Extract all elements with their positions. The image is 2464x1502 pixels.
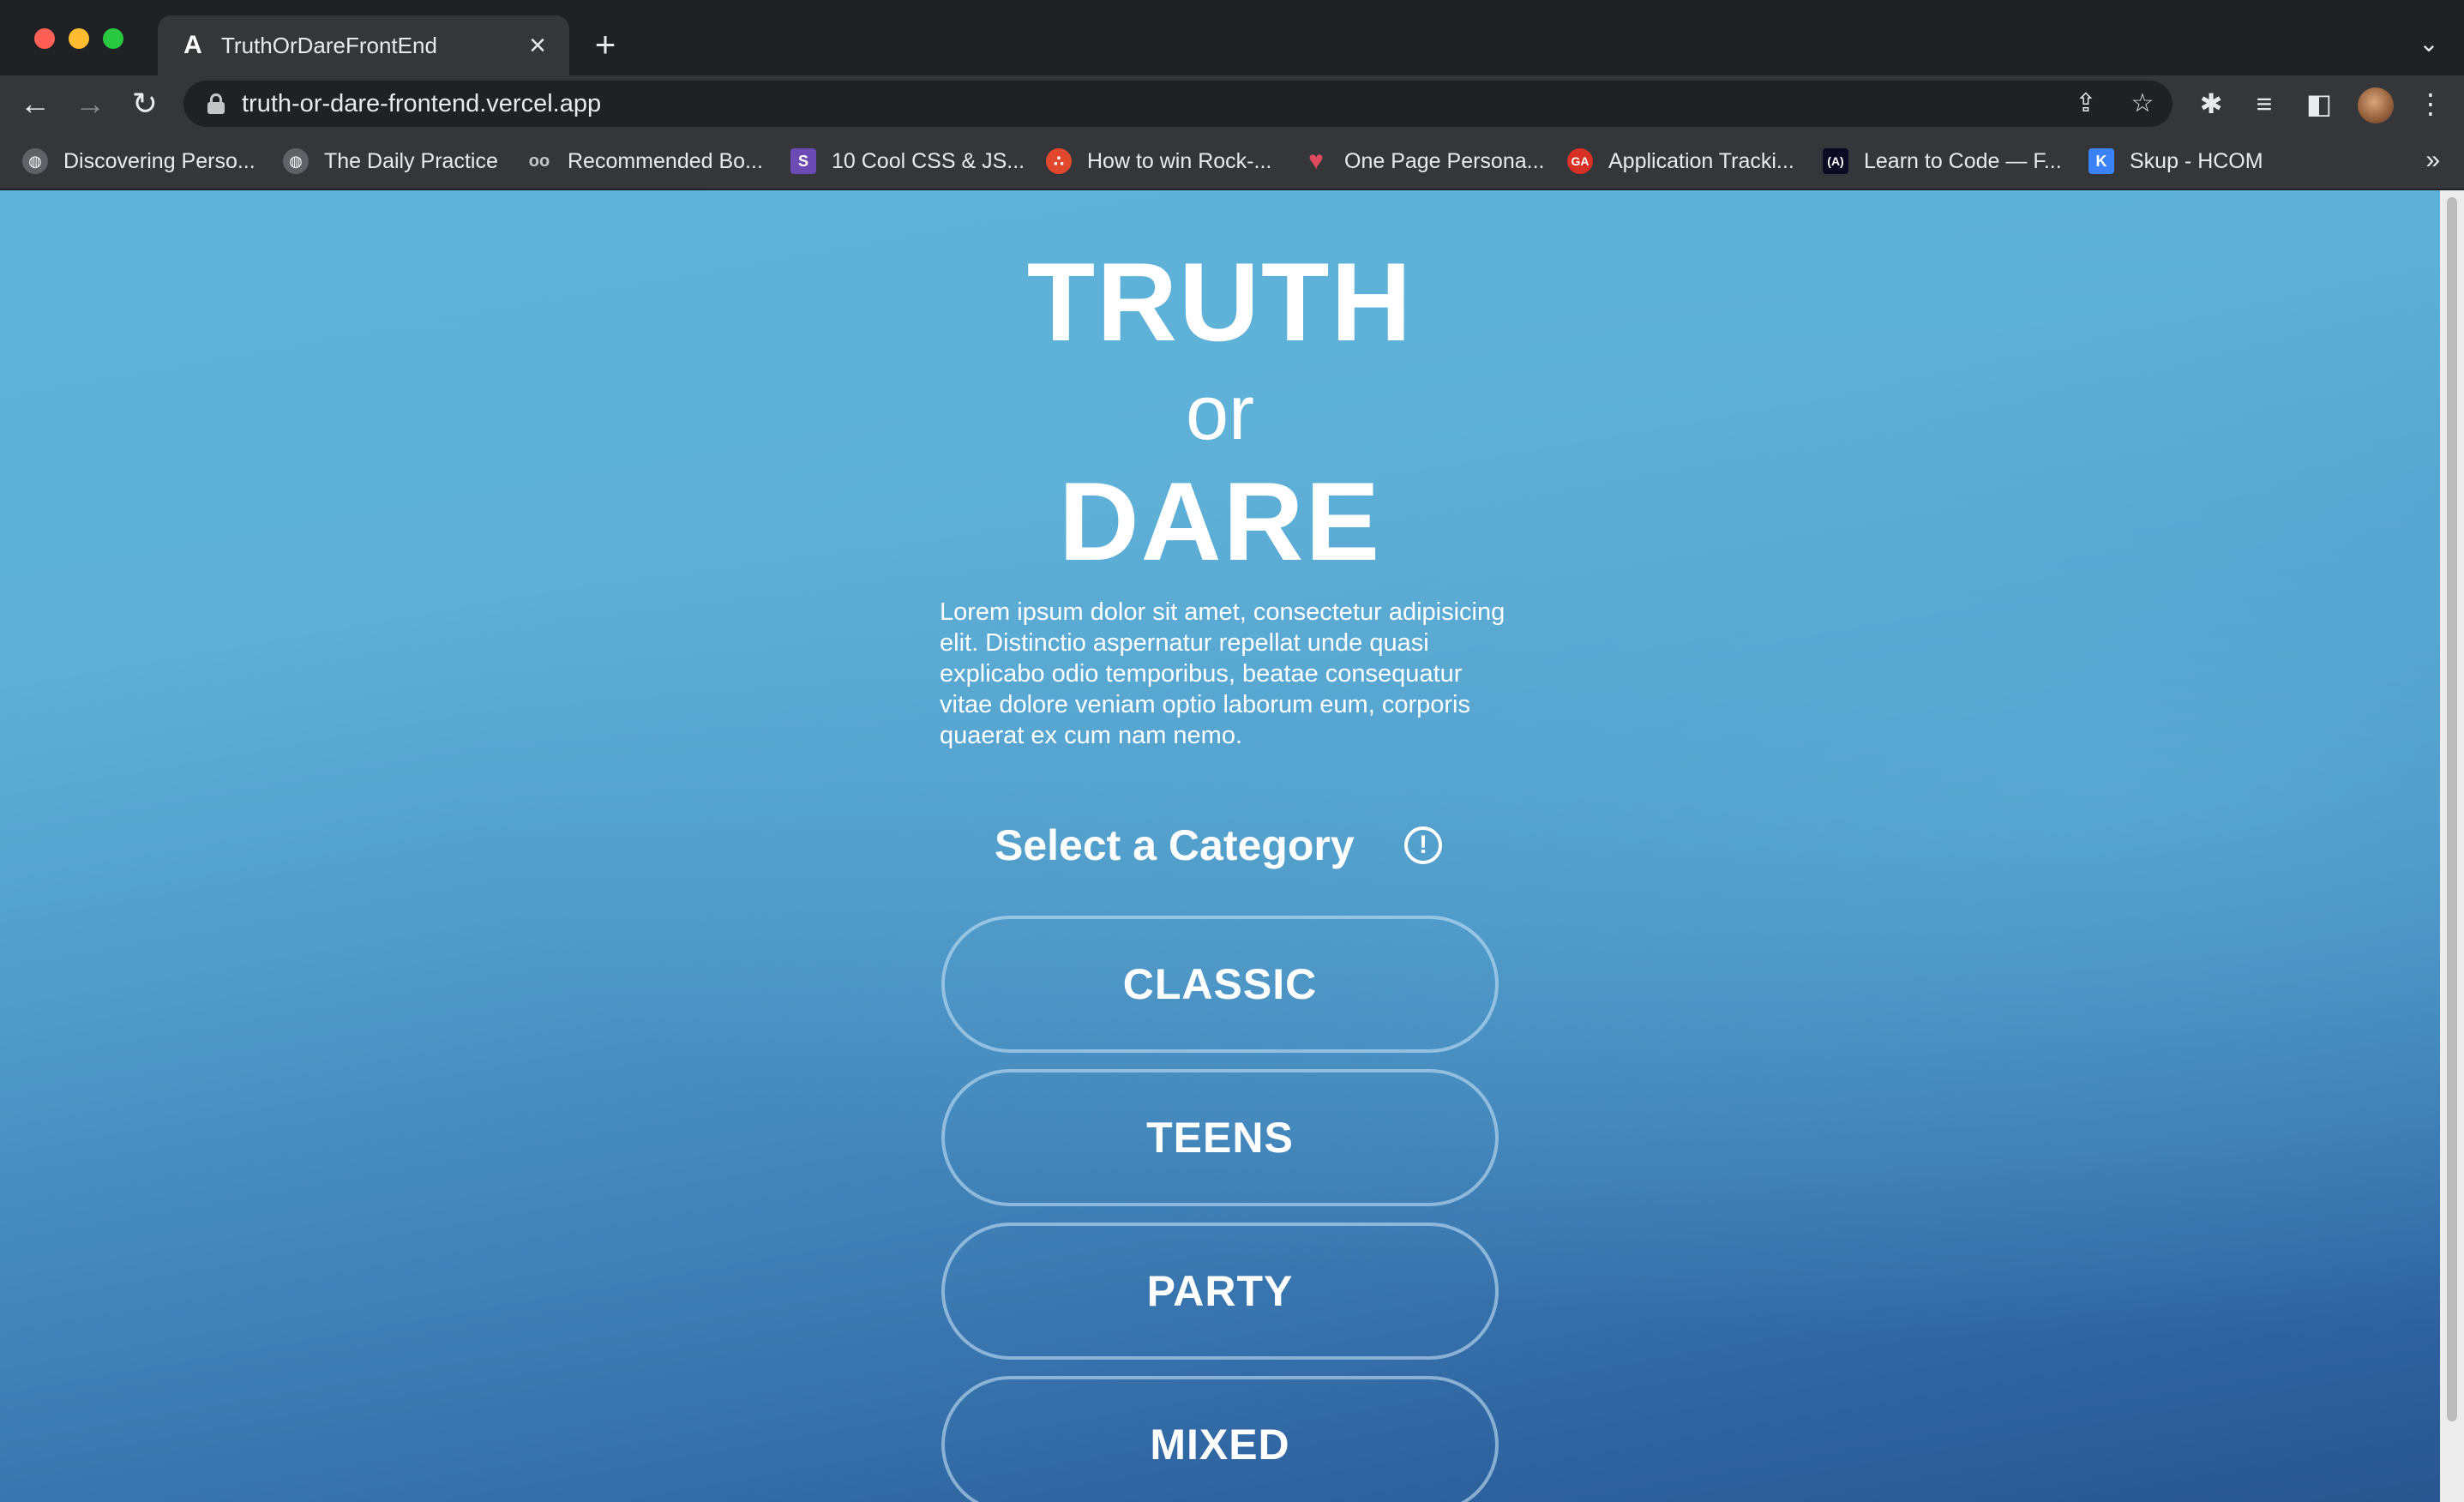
category-button-mixed[interactable]: MIXED <box>941 1376 1499 1502</box>
bookmark-item[interactable]: K Skup - HCOM <box>2088 146 2263 177</box>
vertical-scrollbar[interactable] <box>2440 190 2464 1502</box>
side-panel-icon[interactable]: ◧ <box>2303 87 2335 120</box>
k-icon: K <box>2088 148 2114 174</box>
kebab-menu-icon[interactable]: ⋮ <box>2414 87 2447 120</box>
media-queue-icon[interactable]: ≡ <box>2248 87 2281 120</box>
share-icon[interactable]: ⇪ <box>2071 89 2100 118</box>
category-button-classic[interactable]: CLASSIC <box>941 916 1499 1053</box>
reload-icon[interactable]: ↻ <box>125 84 165 123</box>
dots-icon: ∴ <box>1046 148 1072 174</box>
bookmark-item[interactable]: ◍ Discovering Perso... <box>22 146 255 177</box>
title-dare: DARE <box>1058 459 1382 584</box>
tab-strip: A TruthOrDareFrontEnd × + ⌄ <box>0 0 2464 75</box>
close-window-button[interactable] <box>34 28 55 49</box>
bookmark-item[interactable]: S 10 Cool CSS & JS... <box>790 146 1025 177</box>
globe-icon: ◍ <box>283 148 309 174</box>
tab-title: TruthOrDareFrontEnd <box>221 33 437 58</box>
bookmark-item[interactable]: GA Application Tracki... <box>1567 146 1794 177</box>
title-or: or <box>1185 370 1255 456</box>
bookmarks-overflow-icon[interactable]: » <box>2425 146 2440 175</box>
bookmark-item[interactable]: ♥ One Page Persona... <box>1303 146 1544 177</box>
forward-arrow-icon[interactable]: → <box>70 84 110 123</box>
code-icon: S <box>790 148 816 174</box>
glasses-icon: oo <box>528 151 550 171</box>
browser-toolbar: ← → ↻ truth-or-dare-frontend.vercel.app … <box>0 75 2464 132</box>
intro-description: Lorem ipsum dolor sit amet, consectetur … <box>940 598 1505 749</box>
back-arrow-icon[interactable]: ← <box>15 84 55 123</box>
category-button-party[interactable]: PARTY <box>941 1223 1499 1360</box>
star-icon[interactable]: ☆ <box>2128 89 2157 118</box>
lock-icon <box>207 93 225 114</box>
category-heading: Select a Category <box>995 821 1355 869</box>
profile-avatar[interactable] <box>2358 87 2394 123</box>
maximize-window-button[interactable] <box>103 28 123 49</box>
bookmark-item[interactable]: (A) Learn to Code — F... <box>1823 146 2062 177</box>
extensions-puzzle-icon[interactable]: ✱ <box>2195 87 2227 120</box>
info-icon[interactable]: ! <box>1404 826 1442 864</box>
globe-icon: ◍ <box>22 148 48 174</box>
scrollbar-thumb[interactable] <box>2447 197 2457 1421</box>
close-icon[interactable]: × <box>523 31 552 60</box>
chevron-down-icon[interactable]: ⌄ <box>2414 29 2443 58</box>
main-content: TRUTH or DARE Lorem ipsum dolor sit amet… <box>0 190 2440 1502</box>
category-button-teens[interactable]: TEENS <box>941 1069 1499 1206</box>
bookmarks-bar: ◍ Discovering Perso... ◍ The Daily Pract… <box>0 132 2464 190</box>
angular-icon: A <box>183 31 202 59</box>
bookmark-item[interactable]: ∴ How to win Rock-... <box>1046 146 1271 177</box>
minimize-window-button[interactable] <box>69 28 89 49</box>
heart-icon: ♥ <box>1308 147 1324 175</box>
ga-icon: GA <box>1567 148 1593 174</box>
new-tab-button[interactable]: + <box>588 27 622 63</box>
active-tab[interactable]: A TruthOrDareFrontEnd × <box>158 15 569 75</box>
url-text[interactable]: truth-or-dare-frontend.vercel.app <box>242 90 601 117</box>
fcc-icon: (A) <box>1823 148 1848 174</box>
page-viewport: TRUTH or DARE Lorem ipsum dolor sit amet… <box>0 190 2464 1502</box>
bookmark-item[interactable]: oo Recommended Bo... <box>526 146 763 177</box>
bookmark-item[interactable]: ◍ The Daily Practice <box>283 146 498 177</box>
title-truth: TRUTH <box>1026 239 1414 364</box>
address-bar[interactable]: truth-or-dare-frontend.vercel.app ⇪ ☆ <box>183 81 2173 127</box>
